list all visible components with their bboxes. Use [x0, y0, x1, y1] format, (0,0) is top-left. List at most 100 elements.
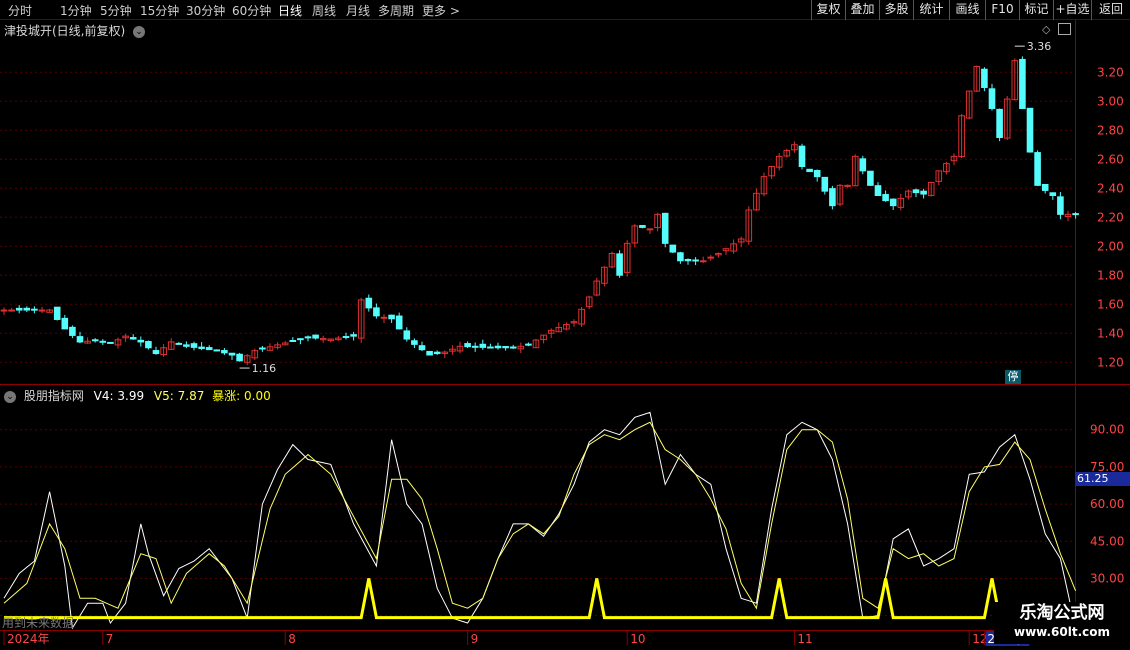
f10-button[interactable]: F10: [985, 0, 1019, 20]
adjust-button[interactable]: 复权: [811, 0, 845, 20]
main-panel-title-row: 津投城开(日线,前复权) ⌄: [4, 22, 146, 39]
stats-button[interactable]: 统计: [913, 0, 949, 20]
x-tick-label: 11: [797, 632, 812, 646]
candle-body: [61, 317, 69, 330]
candle-body: [874, 185, 882, 196]
candle-body: [205, 347, 213, 351]
x-tick-label: 10: [630, 632, 645, 646]
current-value-badge: 61.25: [1075, 472, 1130, 486]
candle-body: [380, 316, 388, 319]
candle-body: [829, 188, 836, 207]
x-tick-label: 9: [471, 632, 479, 646]
price-tick-label: 3.20: [1097, 65, 1124, 79]
candle-body: [53, 306, 61, 320]
candle-body: [190, 343, 198, 348]
period-30min[interactable]: 30分钟: [186, 2, 225, 19]
candle-body: [395, 315, 403, 330]
surge-value: 暴涨: 0.00: [212, 389, 271, 403]
overlay-button[interactable]: 叠加: [845, 0, 879, 20]
period-fenshi[interactable]: 分时: [8, 2, 32, 19]
candle-body: [1026, 107, 1034, 153]
candle-body: [661, 212, 669, 244]
x-tick-label: 12: [972, 632, 987, 646]
v5-line: [3, 421, 1077, 610]
candle-body: [707, 256, 715, 259]
candle-body: [996, 108, 1003, 138]
candle-body: [859, 158, 867, 172]
candle-body: [198, 346, 205, 349]
candle-body: [289, 340, 297, 342]
candle-body: [411, 340, 418, 345]
draw-line-button[interactable]: 画线: [949, 0, 985, 20]
candle-body: [889, 198, 897, 207]
candle-body: [312, 334, 319, 339]
period-60min[interactable]: 60分钟: [232, 2, 271, 19]
period-daily[interactable]: 日线: [278, 2, 302, 19]
candle-body: [646, 228, 654, 231]
candle-body: [137, 339, 145, 343]
candle-body: [1057, 196, 1064, 215]
period-toolbar: 分时 1分钟 5分钟 15分钟 30分钟 60分钟 日线 周线 月线 多周期 更…: [0, 0, 1130, 20]
candle-body: [297, 338, 304, 341]
candle-body: [502, 346, 509, 349]
candle-body: [616, 253, 623, 276]
candle-body: [183, 344, 190, 347]
chart-canvas[interactable]: 3.36 1.16 3.20 3.00 2.80 2.60 2.40 2.20 2.00 1.8…: [0, 0, 1130, 650]
candle-body: [692, 259, 699, 262]
candle-body: [1049, 192, 1057, 196]
candle-body: [494, 345, 502, 349]
site-watermark: 乐淘公式网 www.60lt.com: [994, 602, 1130, 644]
surge-line: [4, 578, 1053, 620]
candle-body: [433, 351, 441, 355]
period-weekly[interactable]: 周线: [312, 2, 336, 19]
back-button[interactable]: 返回: [1091, 0, 1130, 20]
period-multi[interactable]: 多周期: [378, 2, 414, 19]
mark-button[interactable]: 标记: [1019, 0, 1053, 20]
window-toggle-icon[interactable]: [1058, 23, 1071, 35]
candle-body: [882, 194, 889, 202]
stock-title: 津投城开(日线,前复权): [4, 24, 126, 38]
candle-body: [213, 349, 221, 352]
stop-badge: 停: [1005, 370, 1021, 384]
chevron-down-icon[interactable]: ⌄: [133, 25, 146, 38]
candle-body: [821, 176, 829, 192]
candle-body: [69, 326, 76, 336]
indicator-tick-label: 45.00: [1090, 534, 1124, 548]
candle-body: [373, 307, 380, 317]
candle-body: [684, 258, 692, 262]
add-favorite-button[interactable]: +自选: [1053, 0, 1091, 20]
x-tick-label: 7: [106, 632, 114, 646]
x-tick-label: 2024年: [7, 632, 50, 646]
candle-body: [1019, 58, 1026, 109]
candle-body: [403, 330, 411, 340]
period-15min[interactable]: 15分钟: [140, 2, 179, 19]
candle-body: [221, 350, 228, 354]
indicator-lines: [3, 411, 1077, 630]
price-tick-label: 1.20: [1097, 355, 1124, 369]
period-monthly[interactable]: 月线: [346, 2, 370, 19]
candle-body: [38, 309, 46, 312]
candle-body: [418, 345, 426, 351]
x-tick-label: 8: [288, 632, 296, 646]
candle-body: [920, 190, 927, 195]
diamond-icon[interactable]: ◇: [1042, 23, 1050, 36]
candle-body: [99, 340, 107, 343]
candlesticks: [0, 56, 1079, 366]
candle-body: [236, 353, 243, 362]
watermark-title: 乐淘公式网: [1019, 603, 1105, 623]
candle-body: [813, 170, 821, 178]
multi-stock-button[interactable]: 多股: [879, 0, 913, 20]
candle-body: [471, 345, 479, 348]
period-more[interactable]: 更多 >: [422, 2, 460, 19]
price-tick-label: 2.80: [1097, 123, 1124, 137]
candle-body: [487, 346, 494, 349]
period-5min[interactable]: 5分钟: [100, 2, 132, 19]
candle-body: [988, 88, 996, 109]
price-tick-label: 1.40: [1097, 326, 1124, 340]
candle-body: [509, 346, 517, 349]
candle-body: [107, 341, 114, 344]
candle-body: [912, 189, 920, 194]
period-1min[interactable]: 1分钟: [60, 2, 92, 19]
chevron-down-icon[interactable]: ⌄: [4, 390, 16, 403]
axis-labels: 3.20 3.00 2.80 2.60 2.40 2.20 2.00 1.80 1.60 1.40…: [3, 65, 1124, 646]
